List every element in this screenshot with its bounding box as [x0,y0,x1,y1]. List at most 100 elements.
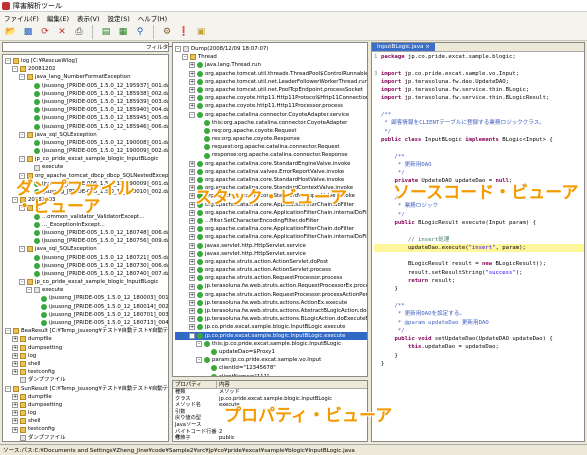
dump-node[interactable]: ijsusong_[PRIDE-005_1.5.0_12_195937]_001… [5,82,168,90]
expand-icon[interactable]: + [189,283,195,290]
dump-node[interactable]: - java_sql_SQLException [5,131,168,139]
dump-node[interactable]: + log [5,352,168,360]
dump-node[interactable]: ijsusong_[PRIDE-005_1.5.0_12_190009]_002… [5,147,168,155]
stack-node[interactable]: + jp.terasoluna.fw.web.struts.action.Requ… [175,282,367,290]
collapse-icon[interactable]: - [196,357,202,364]
collapse-icon[interactable]: - [26,287,32,294]
collapse-icon[interactable]: - [19,74,25,81]
delete-icon[interactable]: ✕ [55,25,69,39]
expand-icon[interactable]: + [12,426,18,433]
stack-tree[interactable]: - Dump(2008/12/09 18:07:07) - Thread + java.l… [172,42,368,377]
expand-icon[interactable]: + [189,291,195,298]
dump-node[interactable]: + dumpsetting [5,344,168,352]
expand-icon[interactable]: + [12,361,18,368]
stack-node[interactable]: + javax.servlet.http.HttpServlet.service [175,242,367,250]
dump-node[interactable]: - BeaResult [C:¥Temp_jsusong¥テスト¥自動テスト¥自動… [5,327,168,335]
stack-node[interactable]: - jp.co.pride.excat.sample.blogic.InputBL… [175,331,367,340]
source-tab[interactable]: InputBLogic.java × [372,43,435,51]
save-icon[interactable]: ▩ [21,25,35,39]
dump-file-tree[interactable]: - log [C:¥RescueWlog] -20081202- java_lang_… [2,54,169,442]
expand-icon[interactable]: + [189,95,195,102]
stack-node[interactable]: + org.apache.tomcat.util.net.PoolTcpEndpo… [175,86,367,94]
property-header-value[interactable]: 内容 [217,381,230,388]
dump-node[interactable]: - java_sql_SQLException [5,245,168,253]
stack-node[interactable]: - Thread [175,53,367,61]
collapse-icon[interactable]: - [5,58,11,65]
dump-node[interactable]: ijsusong_[PRIDE-005_1.5.0_12_180721]_005… [5,254,168,262]
stack-node[interactable]: + jp.terasoluna.fw.web.struts.actions.Act… [175,299,367,307]
expand-icon[interactable]: + [189,250,195,257]
collapse-icon[interactable]: - [175,46,181,53]
expand-icon[interactable]: + [189,267,195,274]
search-icon[interactable]: ⚲ [133,25,147,39]
expand-icon[interactable]: + [189,160,195,167]
stack-node[interactable]: + org.apache.coyote.http11.Http11Processo… [175,102,367,110]
expand-icon[interactable]: + [12,410,18,417]
collapse-icon[interactable]: - [12,66,18,73]
dump-node[interactable]: + shell [5,417,168,425]
dump-node[interactable]: + dumpfile [5,335,168,343]
dump-node[interactable]: ijsusong_[PRIDE-005_1.5.0_12_180730]_006… [5,262,168,270]
collapse-icon[interactable]: - [5,385,11,392]
stack-node[interactable]: + org.apache.catalina.core.ApplicationFil… [175,209,367,217]
dump-node[interactable]: - execute [5,286,168,294]
menu-settings[interactable]: 設定(S) [104,13,134,23]
collapse-icon[interactable]: - [5,328,11,335]
stack-node[interactable]: + jp.terasoluna.fw.web.struts.actions.Abs… [175,307,367,315]
expand-icon[interactable]: + [189,258,195,265]
expand-icon[interactable]: + [189,242,195,249]
dump-node[interactable]: ijsusong_[PRIDE-005_1.5.0_12_190008]_001… [5,139,168,147]
expand-icon[interactable]: + [12,401,18,408]
dump-node[interactable]: ijsusong_[PRIDE-005_1.5.0_12_185945]_005… [5,114,168,122]
menu-help[interactable]: ヘルプ(H) [134,13,171,23]
stack-node[interactable]: - Dump(2008/12/09 18:07:07) [175,45,367,53]
stack-node[interactable]: + org.apache.struts.action.ActionServlet.… [175,266,367,274]
expand-icon[interactable]: + [189,226,195,233]
stack-node[interactable]: + org.apache.catalina.core.StandardEngine… [175,160,367,168]
expand-icon[interactable]: + [189,70,195,77]
export-icon[interactable]: ▤ [99,25,113,39]
expand-icon[interactable]: + [189,103,195,110]
stack-node[interactable]: + org.apache.struts.action.ActionServlet.… [175,258,367,266]
collapse-icon[interactable]: - [196,340,202,347]
stack-node[interactable]: - this:jp.co.pride.excat.sample.blogic.In… [175,340,367,348]
expand-icon[interactable]: + [12,418,18,425]
collapse-icon[interactable]: - [19,279,25,286]
stack-node[interactable]: + jp.co.pride.excat.sample.blogic.InputBL… [175,323,367,331]
stack-node[interactable]: + ...filter.SetCharacterEncodingFilter.do… [175,217,367,225]
menu-file[interactable]: ファイル(F) [0,13,43,23]
open-icon[interactable]: 📂 [4,25,18,39]
collapse-icon[interactable]: - [189,332,195,339]
source-code[interactable]: 1 package jp.co.pride.excat.sample.blogic… [372,52,584,368]
stack-node[interactable]: + org.apache.tomcat.util.net.LeaderFollow… [175,78,367,86]
stack-node[interactable]: + org.apache.catalina.valves.ErrorReportV… [175,168,367,176]
dump-node[interactable]: ijsusong_[PRIDE-005_1.5.0_12_180713]_004… [5,319,168,327]
dump-node[interactable]: ijsusong_[PRIDE-005_1.5.0_12_185946]_006… [5,123,168,131]
collapse-icon[interactable]: - [19,156,25,163]
refresh-icon[interactable]: ⟳ [38,25,52,39]
setting-icon[interactable]: ⚙ [160,25,174,39]
stack-node[interactable]: + org.apache.catalina.core.ApplicationFil… [175,225,367,233]
info-icon[interactable]: ❗ [177,25,191,39]
expand-icon[interactable]: + [12,344,18,351]
expand-icon[interactable]: + [189,62,195,69]
dump-node[interactable]: + shell [5,360,168,368]
stack-node[interactable]: updateDao=$Proxy1 [175,348,367,356]
expand-icon[interactable]: + [189,234,195,241]
dump-node[interactable]: ijsusong_[PRIDE-005_1.5.0_12_180748]_006… [5,229,168,237]
dump-node[interactable]: ijsusong_[PRIDE-005_1.5.0_12_180740]_007… [5,270,168,278]
expand-icon[interactable]: + [189,275,195,282]
expand-icon[interactable]: + [12,352,18,359]
filter-input[interactable] [2,42,169,52]
expand-icon[interactable]: + [189,218,195,225]
import-icon[interactable]: ▦ [116,25,130,39]
dump-node[interactable]: ijsusong_[PRIDE-005_1.5.0_12_180756]_009… [5,237,168,245]
stack-node[interactable]: + org.apache.struts.action.RequestProcess… [175,291,367,299]
dump-node[interactable]: - 20081202 [5,65,168,73]
menu-view[interactable]: 表示(V) [73,13,104,23]
stack-node[interactable]: - org.apache.catalina.connector.CoyoteAda… [175,111,367,119]
property-row[interactable]: クラス jp.co.pride.excat.sample.blogic.Input… [173,396,367,403]
filter-label[interactable]: フィルター [146,43,174,51]
dump-node[interactable]: - java_lang_NumberFormatException [5,73,168,81]
stack-node[interactable]: - param:jp.co.pride.excat.sample.vo.Input [175,356,367,364]
